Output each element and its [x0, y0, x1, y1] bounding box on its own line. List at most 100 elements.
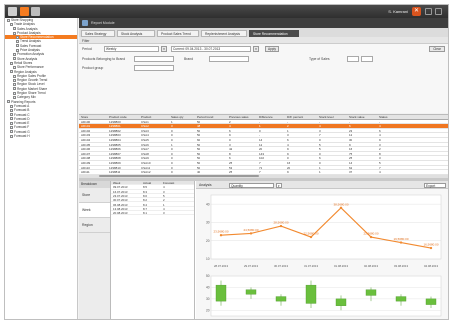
folder-icon [13, 78, 16, 82]
period-dropdown-button[interactable]: ▾ [161, 46, 167, 52]
list-item[interactable]: 20.08.2013 8.1 3 [111, 211, 194, 216]
product-group-input[interactable] [134, 65, 174, 71]
filter-panel: Filter Period Weekly ▾ Current: 09.04.20… [79, 37, 448, 113]
navigation-tree: Store Shopping Trade Analysis Sales Analys… [5, 18, 78, 319]
folder-icon [10, 61, 13, 65]
table-cell: 25 [229, 170, 233, 175]
detail-grid: Week Actual Forecast 09.07.2013 8.5 4 16.07.20… [111, 181, 195, 319]
table-cell: 0 [171, 170, 173, 175]
user-name[interactable]: S. Kamrani [388, 9, 408, 14]
logout-button[interactable]: ✕ [412, 7, 421, 16]
table-cell: 4 [379, 170, 381, 175]
filter-title: Filter [82, 38, 90, 43]
y-tick-label: 40 [206, 286, 210, 290]
tab-stock-analysis[interactable]: Stock Analysis [117, 29, 155, 37]
type-of-sales-input-2[interactable] [361, 56, 373, 62]
x-tick-label: 01.08.2013 [334, 264, 348, 268]
tab-sales-strategy[interactable]: Sales Strategy [81, 29, 115, 37]
clear-button[interactable]: Clear [429, 46, 445, 52]
candle-body [365, 289, 377, 296]
table-cell: 40 [197, 170, 201, 175]
date-range-input[interactable]: Current: 09.04.2013 - 30.07.2013 [171, 46, 251, 52]
export-button[interactable]: Export [424, 182, 446, 188]
y-tick-label: 30 [206, 297, 210, 301]
home-icon[interactable] [8, 7, 17, 16]
type-of-sales-input[interactable] [347, 56, 359, 62]
x-tick-label: 31.07.2013 [304, 264, 318, 268]
breakdown-item[interactable]: Region [79, 218, 110, 233]
data-label: 28,5680.00 [273, 221, 288, 225]
line-chart: 40 30 20 10 28.07.2013 29.07.2013 30.07.2013 31… [206, 194, 442, 268]
table-cell: 8.1 [143, 211, 148, 216]
table-row[interactable]: AD111 1298811 CSA12 0 40 25 7 9 1 37 4 [79, 170, 448, 175]
candle-body [275, 296, 287, 302]
measure-select[interactable]: Quantity [229, 182, 274, 188]
apply-button[interactable]: Apply [265, 46, 279, 52]
y-tick-label: 30 [206, 221, 210, 225]
y-tick-label: 20 [206, 239, 210, 243]
module-icon [82, 20, 88, 26]
brand-input[interactable] [209, 56, 249, 62]
minimize-button[interactable] [425, 8, 432, 15]
settings-icon[interactable] [31, 7, 40, 16]
y-tick-label: 10 [206, 257, 210, 261]
candlestick-chart: 50 40 30 20 [206, 274, 442, 317]
folder-icon [13, 65, 16, 69]
table-cell: 3 [163, 211, 165, 216]
table-cell: AD111 [81, 170, 90, 175]
folder-icon [10, 126, 13, 130]
folder-icon [16, 40, 19, 44]
filter-header: Filter [79, 37, 448, 44]
tab-replenishment-analysis[interactable]: Replenishment Analysis [201, 29, 247, 37]
x-tick-label: 02.08.2013 [364, 264, 378, 268]
folder-icon [10, 130, 13, 134]
data-point [219, 234, 223, 237]
chart-label: Analysis [199, 183, 212, 187]
table-cell: CSA12 [141, 170, 151, 175]
products-brand-input[interactable] [134, 56, 174, 62]
y-tick-label: 50 [206, 274, 210, 278]
candle-body [245, 289, 257, 295]
folder-icon [13, 57, 16, 61]
grid-scroll-thumb[interactable] [99, 174, 259, 178]
app-logo-icon[interactable] [20, 7, 29, 16]
x-tick-label: 03.08.2013 [394, 264, 408, 268]
folder-icon [16, 48, 19, 52]
top-bar: S. Kamrani ✕ [5, 5, 448, 18]
x-tick-label: 04.08.2013 [424, 264, 438, 268]
breakdown-item[interactable]: Store [79, 188, 110, 203]
brand-label: Brand [184, 57, 194, 61]
calendar-button[interactable]: ▾ [253, 46, 259, 52]
folder-icon [10, 121, 13, 125]
folder-icon [10, 70, 13, 74]
breakdown-title: Breakdown [79, 181, 110, 188]
chart-toolbar: Analysis Quantity ▾ Export [196, 181, 448, 189]
tree-item[interactable]: Forecast H [5, 134, 77, 138]
folder-icon [13, 27, 16, 31]
folder-icon [10, 113, 13, 117]
table-cell: 37 [349, 170, 353, 175]
tab-product-sales-trend[interactable]: Product Sales Trend [157, 29, 199, 37]
period-select[interactable]: Weekly [104, 46, 159, 52]
data-label: 19,5680.00 [393, 237, 408, 241]
x-tick-label: 29.07.2013 [244, 264, 258, 268]
data-label: 24,5680.00 [243, 228, 258, 232]
maximize-button[interactable] [435, 8, 442, 15]
period-label: Period [82, 47, 92, 51]
measure-dropdown-button[interactable]: ▾ [276, 182, 282, 188]
plot-area [210, 275, 442, 317]
table-cell: 20.08.2013 [113, 211, 128, 216]
data-point [249, 232, 253, 235]
tab-store-recommendation[interactable]: Store Recommendation [249, 29, 299, 37]
data-label: 22,5680.00 [303, 232, 318, 236]
main-panel: Report Module Sales Strategy Stock Analys… [79, 18, 448, 319]
data-label: 22,5680.00 [363, 232, 378, 236]
breakdown-item[interactable]: Week [79, 203, 110, 218]
data-label: 23,5680.00 [213, 230, 228, 234]
candle-body [215, 284, 227, 302]
table-cell: 1298811 [109, 170, 121, 175]
folder-icon [10, 117, 13, 121]
y-tick-label: 40 [206, 202, 210, 206]
folder-icon [7, 18, 10, 22]
product-group-label: Product group [82, 66, 104, 70]
